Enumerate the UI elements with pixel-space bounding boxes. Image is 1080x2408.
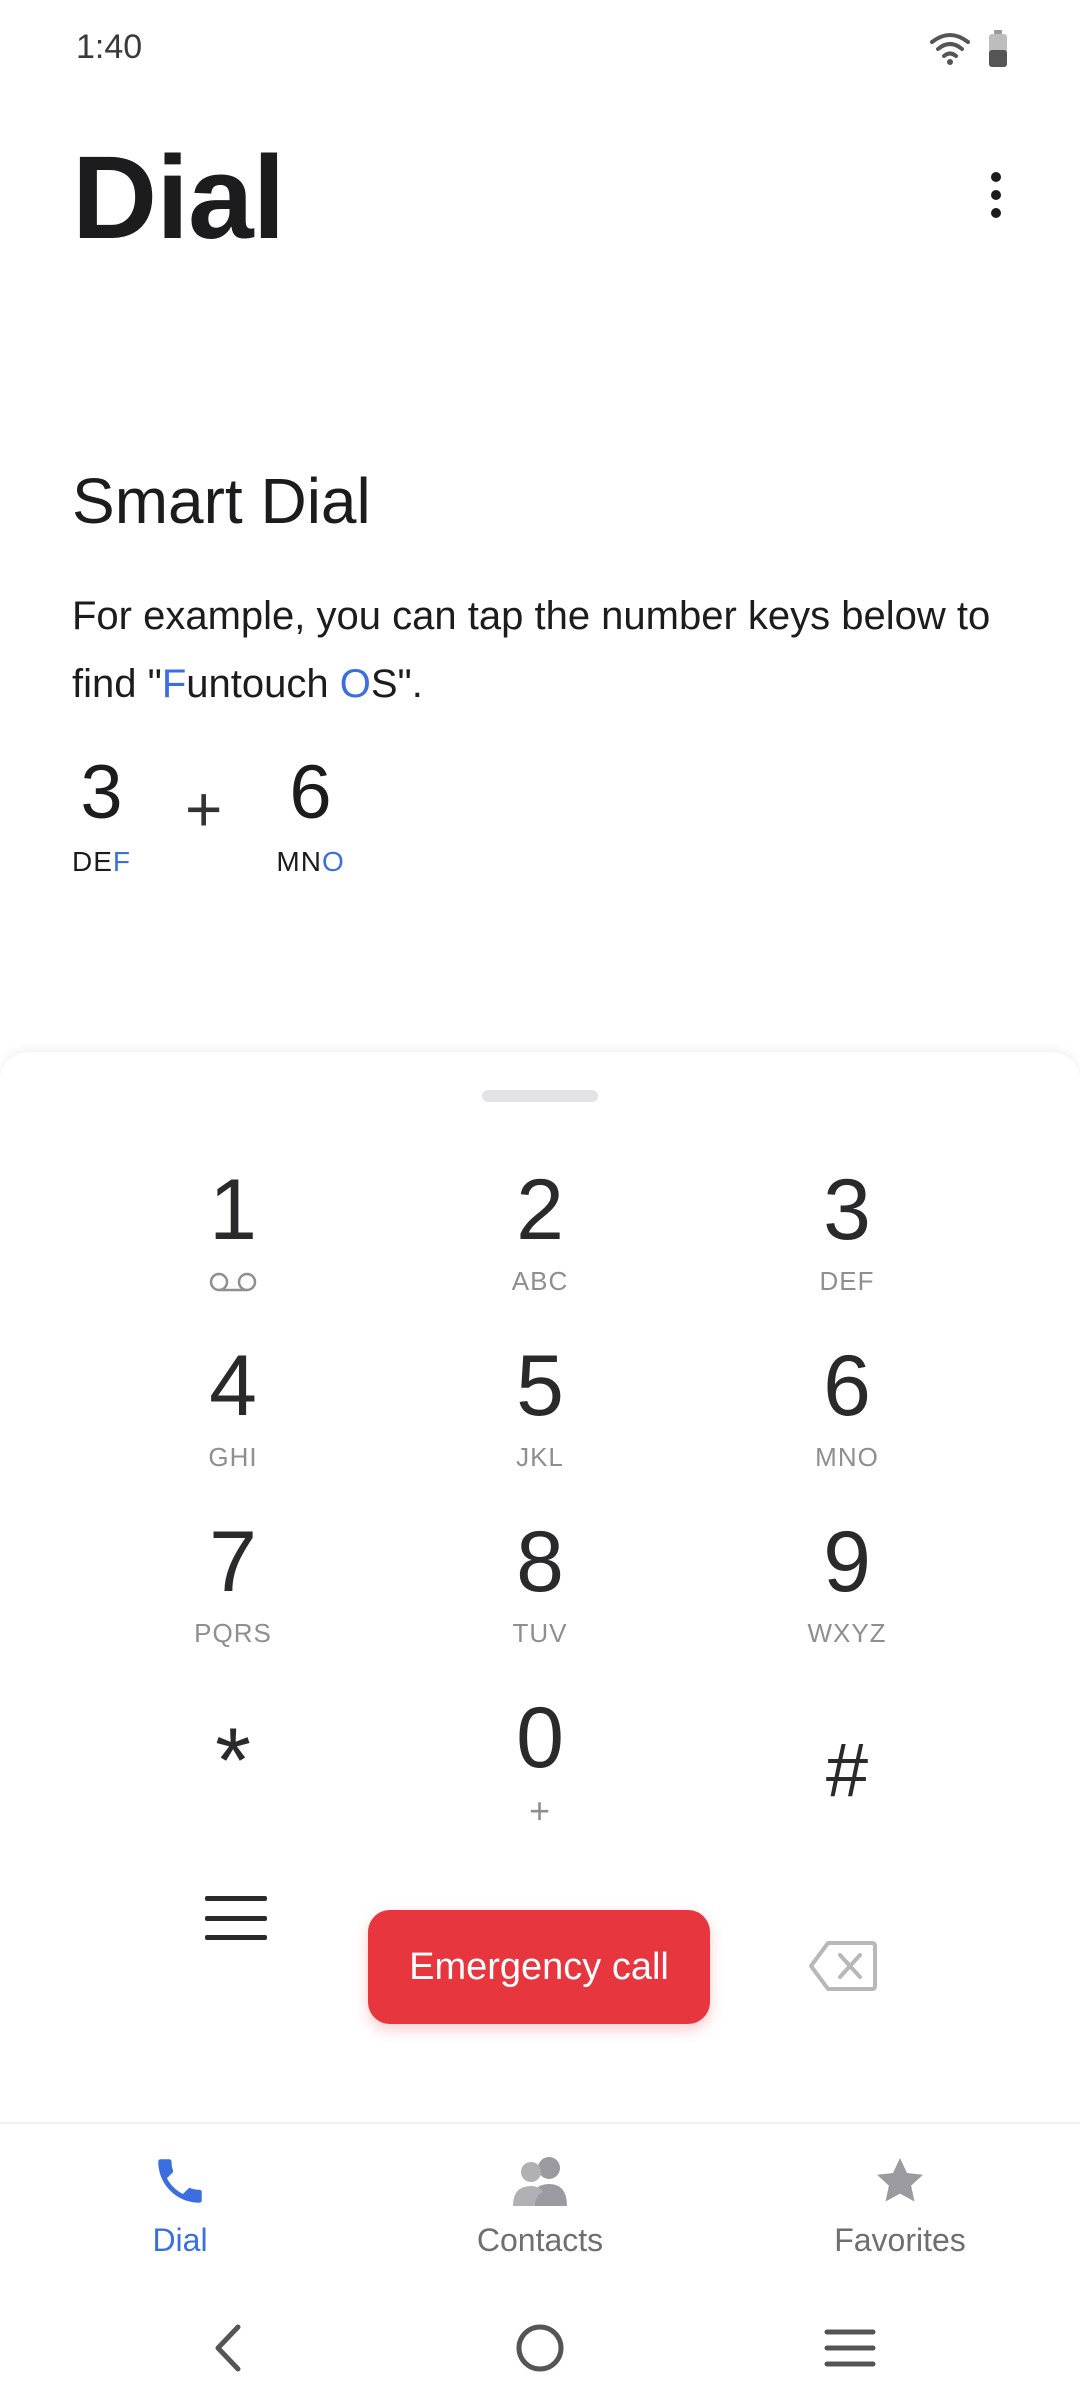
key-letters: ABC [511,1266,569,1296]
tab-dial[interactable]: Dial [60,2152,300,2259]
key-digit: 9 [823,1514,871,1610]
key-hash[interactable]: # [717,1688,977,1848]
key-digit: 6 [823,1338,871,1434]
smart-dial-title: Smart Dial [72,465,371,537]
tab-contacts-label: Contacts [476,2222,604,2258]
example-letters-highlight: O [321,846,345,877]
system-recents-button[interactable] [820,2318,880,2378]
example-key-6: 6 MNO [276,748,344,878]
key-star[interactable]: * [103,1688,363,1848]
smart-dial-description: For example, you can tap the number keys… [72,582,1032,718]
bottom-navigation: Dial Contacts Favorites [0,2122,1080,2282]
key-digit: * [215,1710,251,1812]
dialer-screen: 1:40 Dial Smart Dial For example, you ca… [0,0,1080,2408]
key-letters: TUV [512,1618,568,1648]
key-8[interactable]: 8 TUV [410,1512,670,1672]
home-icon [516,2324,564,2372]
example-letters: MNO [276,846,344,878]
key-digit: 3 [823,1162,871,1258]
key-letters: JKL [516,1442,564,1472]
voicemail-icon [209,1272,257,1292]
example-letters-plain: DE [72,846,113,877]
key-6[interactable]: 6 MNO [717,1336,977,1496]
key-7[interactable]: 7 PQRS [103,1512,363,1672]
menu-line-icon [205,1896,267,1901]
tip-highlight-f: F [161,662,187,706]
key-letters: DEF [819,1266,875,1296]
battery-icon [989,30,1007,67]
key-4[interactable]: 4 GHI [103,1336,363,1496]
key-letters: PQRS [194,1618,272,1648]
page-title: Dial [72,132,285,264]
tab-dial-label: Dial [152,2222,208,2258]
status-icons [930,30,1008,68]
tip-text-part: untouch [186,662,340,706]
menu-line-icon [205,1915,267,1921]
tab-contacts[interactable]: Contacts [420,2152,660,2259]
back-icon [215,2324,241,2372]
more-dot-icon [991,208,1001,218]
key-digit: 7 [209,1514,257,1610]
wifi-icon [930,33,970,65]
key-0[interactable]: 0 + [410,1688,670,1848]
example-plus: + [185,773,223,845]
key-5[interactable]: 5 JKL [410,1336,670,1496]
menu-button[interactable] [205,1890,267,1946]
example-letters-plain: MN [276,846,322,877]
tab-favorites-label: Favorites [834,2222,966,2258]
system-home-button[interactable] [510,2318,570,2378]
emergency-call-button[interactable]: Emergency call [368,1910,710,2024]
key-letters: + [528,1790,552,1831]
status-time: 1:40 [76,28,143,66]
key-3[interactable]: 3 DEF [717,1160,977,1320]
tip-highlight-o: O [339,662,371,706]
contacts-icon [513,2157,567,2206]
system-navigation [0,2290,1080,2408]
tip-text-part: S". [370,662,423,706]
key-digit: 4 [209,1338,257,1434]
star-icon [877,2158,923,2202]
example-key-3: 3 DEF [72,748,131,878]
status-bar: 1:40 [0,0,1080,100]
key-1[interactable]: 1 [103,1160,363,1320]
example-digit: 3 [80,750,123,835]
key-letters: WXYZ [807,1618,887,1648]
recents-icon [824,2329,876,2367]
more-options-button[interactable] [966,160,1026,230]
example-letters: DEF [72,846,131,878]
key-9[interactable]: 9 WXYZ [717,1512,977,1672]
backspace-icon[interactable] [808,1940,878,1992]
drag-handle[interactable] [482,1090,598,1102]
key-digit: 8 [516,1514,564,1610]
menu-line-icon [205,1935,267,1940]
tab-favorites[interactable]: Favorites [780,2152,1020,2259]
key-digit: 2 [516,1162,564,1258]
key-digit: # [825,1728,869,1813]
example-digit: 6 [289,750,332,835]
key-2[interactable]: 2 ABC [410,1160,670,1320]
more-dot-icon [991,172,1001,182]
system-back-button[interactable] [198,2318,258,2378]
key-letters: MNO [815,1442,879,1472]
key-digit: 1 [209,1162,257,1258]
key-letters: GHI [208,1442,258,1472]
more-dot-icon [991,190,1001,200]
key-digit: 5 [516,1338,564,1434]
example-letters-highlight: F [112,846,132,877]
phone-icon [158,2159,202,2203]
key-digit: 0 [516,1690,564,1786]
smart-dial-example: 3 DEF + 6 MNO [72,748,345,878]
